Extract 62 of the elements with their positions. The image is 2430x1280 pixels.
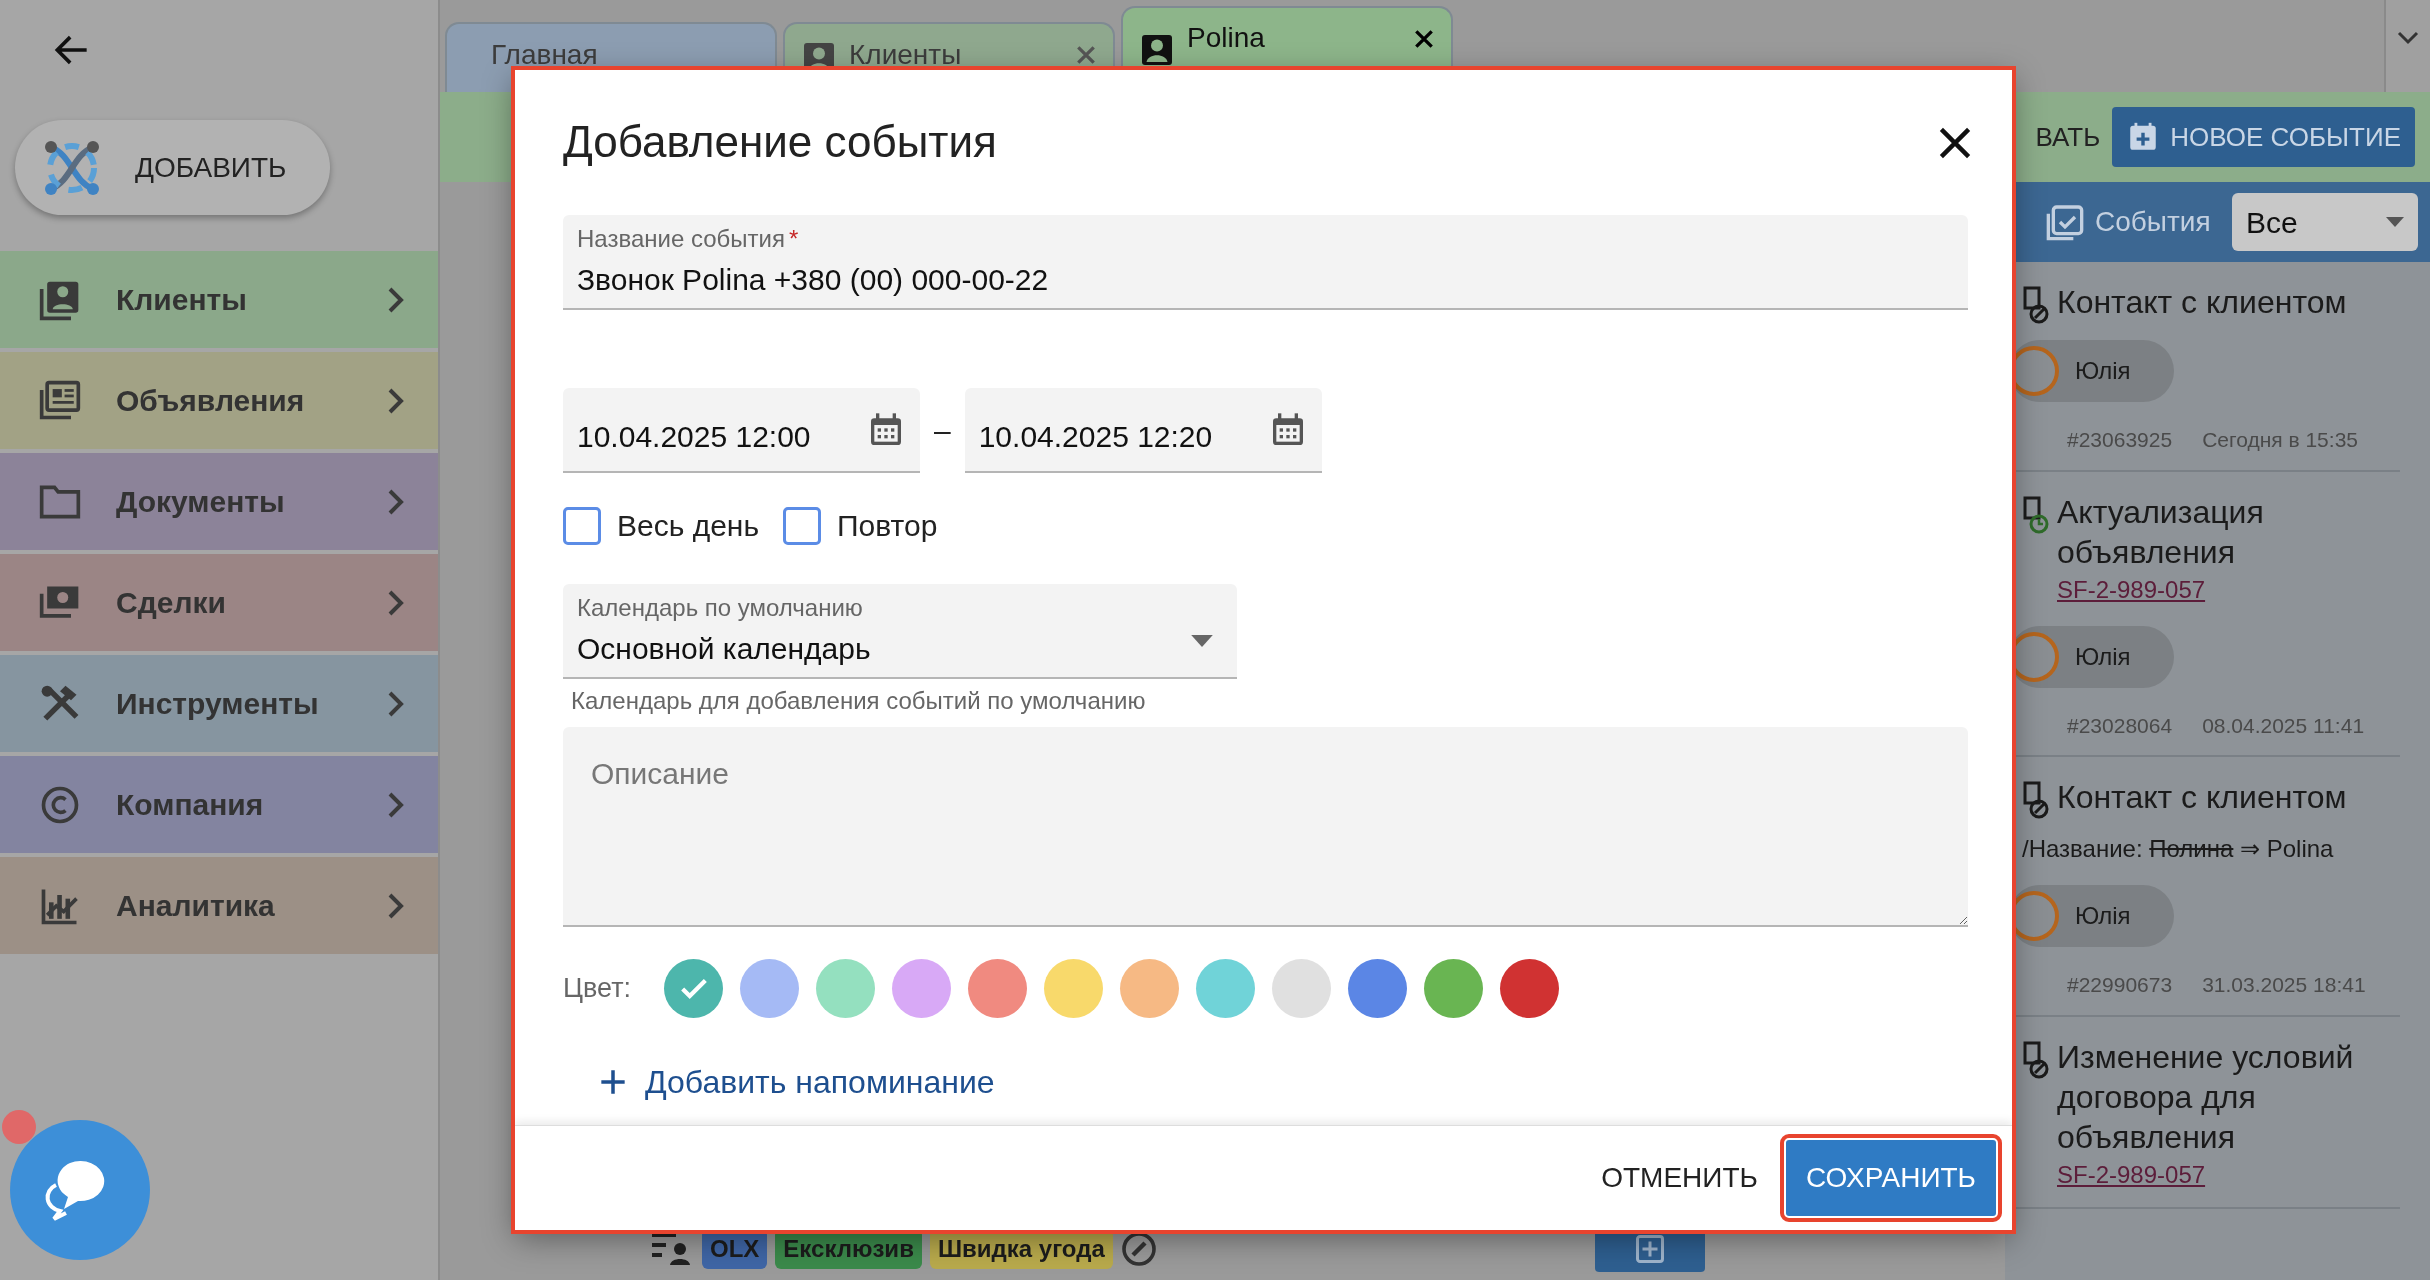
event-title: Актуализация объявления (2057, 492, 2265, 572)
checkbox-label: Повтор (837, 508, 938, 544)
field-label: Название события (577, 224, 785, 254)
sidebar-item[interactable]: Сделки (0, 554, 438, 651)
event-date: 31.03.2025 18:41 (2202, 972, 2366, 998)
document-pen-icon (2021, 286, 2051, 324)
toolbar-label: ВАТЬ (2035, 120, 2101, 154)
caret-down-icon (1191, 634, 1213, 647)
checkbox[interactable] (563, 506, 601, 545)
caret-down-icon (2386, 217, 2404, 227)
chevron-down-icon (2396, 30, 2420, 46)
field-label: Календарь по умолчанию (577, 593, 864, 623)
person-card-icon (1139, 32, 1175, 68)
close-button[interactable] (1938, 125, 1972, 160)
close-icon (1075, 43, 1097, 66)
event-date: 08.04.2025 11:41 (2202, 712, 2365, 739)
add-reminder-link[interactable]: Добавить напоминание (599, 1058, 995, 1106)
calendar-select[interactable]: Календарь по умолчанию Основной календарь (563, 584, 1237, 679)
event-date: Сегодня в 15:35 (2202, 427, 2358, 453)
document-clock-icon (2021, 495, 2051, 534)
name-field[interactable]: Название события * Звонок Polina +380 (00) 000-00-22 (563, 215, 1968, 310)
plus-icon (599, 1068, 627, 1096)
plus-square-icon (1635, 1234, 1665, 1264)
new-event-button[interactable]: НОВОЕ СОБЫТИЕ (2112, 107, 2415, 167)
event-title: Контакт с клиентом (2057, 283, 2348, 322)
helper-text: Календарь для добавления событий по умолчанию (571, 686, 1147, 716)
sidebar-item[interactable]: Документы (0, 453, 438, 550)
calendar-check-icon (2045, 202, 2085, 242)
checkbox[interactable] (783, 506, 822, 545)
cancel-button[interactable]: ОТМЕНИТЬ (1595, 1156, 1764, 1200)
panel-title: События (2095, 205, 2211, 239)
event-id: #23028064 (2067, 712, 2173, 739)
event-link[interactable]: SF-2-989-057 (2057, 571, 2206, 608)
dialog-title: Добавление события (563, 116, 997, 169)
event-title: Изменение условий договора для объявления (2057, 1037, 2355, 1157)
field-value: Звонок Polina +380 (00) 000-00-22 (577, 262, 1050, 298)
sidebar-item[interactable]: Объявления (0, 352, 438, 449)
event-title: Контакт с клиентом (2057, 778, 2348, 817)
date-field[interactable]: 10.04.2025 12:20 (964, 388, 1322, 473)
range-dash: – (934, 413, 951, 449)
description-field[interactable]: Описание (563, 727, 1968, 927)
sidebar-item[interactable]: Инструменты (0, 655, 438, 752)
sidebar-item[interactable]: Аналитика (0, 857, 438, 954)
close-icon (1413, 27, 1435, 50)
required-mark: * (788, 224, 799, 254)
add-button[interactable]: ДОБАВИТЬ (15, 120, 330, 215)
document-pen-icon (2021, 1040, 2051, 1079)
sidebar-item[interactable]: Клиенты (0, 251, 438, 348)
dropdown-button[interactable] (2384, 0, 2430, 92)
change-text: /Название: Полина ⇒ Polina (2022, 834, 2335, 864)
filter-select[interactable]: Все (2232, 193, 2418, 251)
event-link[interactable]: SF-2-989-057 (2057, 1156, 2206, 1193)
sidebar-item[interactable]: Компания (0, 756, 438, 853)
checkbox-label: Весь день (617, 508, 760, 544)
event-id: #23063925 (2067, 427, 2173, 453)
event-id: #22990673 (2067, 972, 2173, 998)
edit-circle-icon (1120, 1231, 1157, 1267)
document-pen-icon (2021, 781, 2051, 819)
color-label: Цвет: (563, 972, 631, 1006)
date-field[interactable]: 10.04.2025 12:00 (563, 388, 920, 473)
close-icon (1938, 125, 1972, 160)
field-value: Основной календарь (577, 631, 872, 667)
